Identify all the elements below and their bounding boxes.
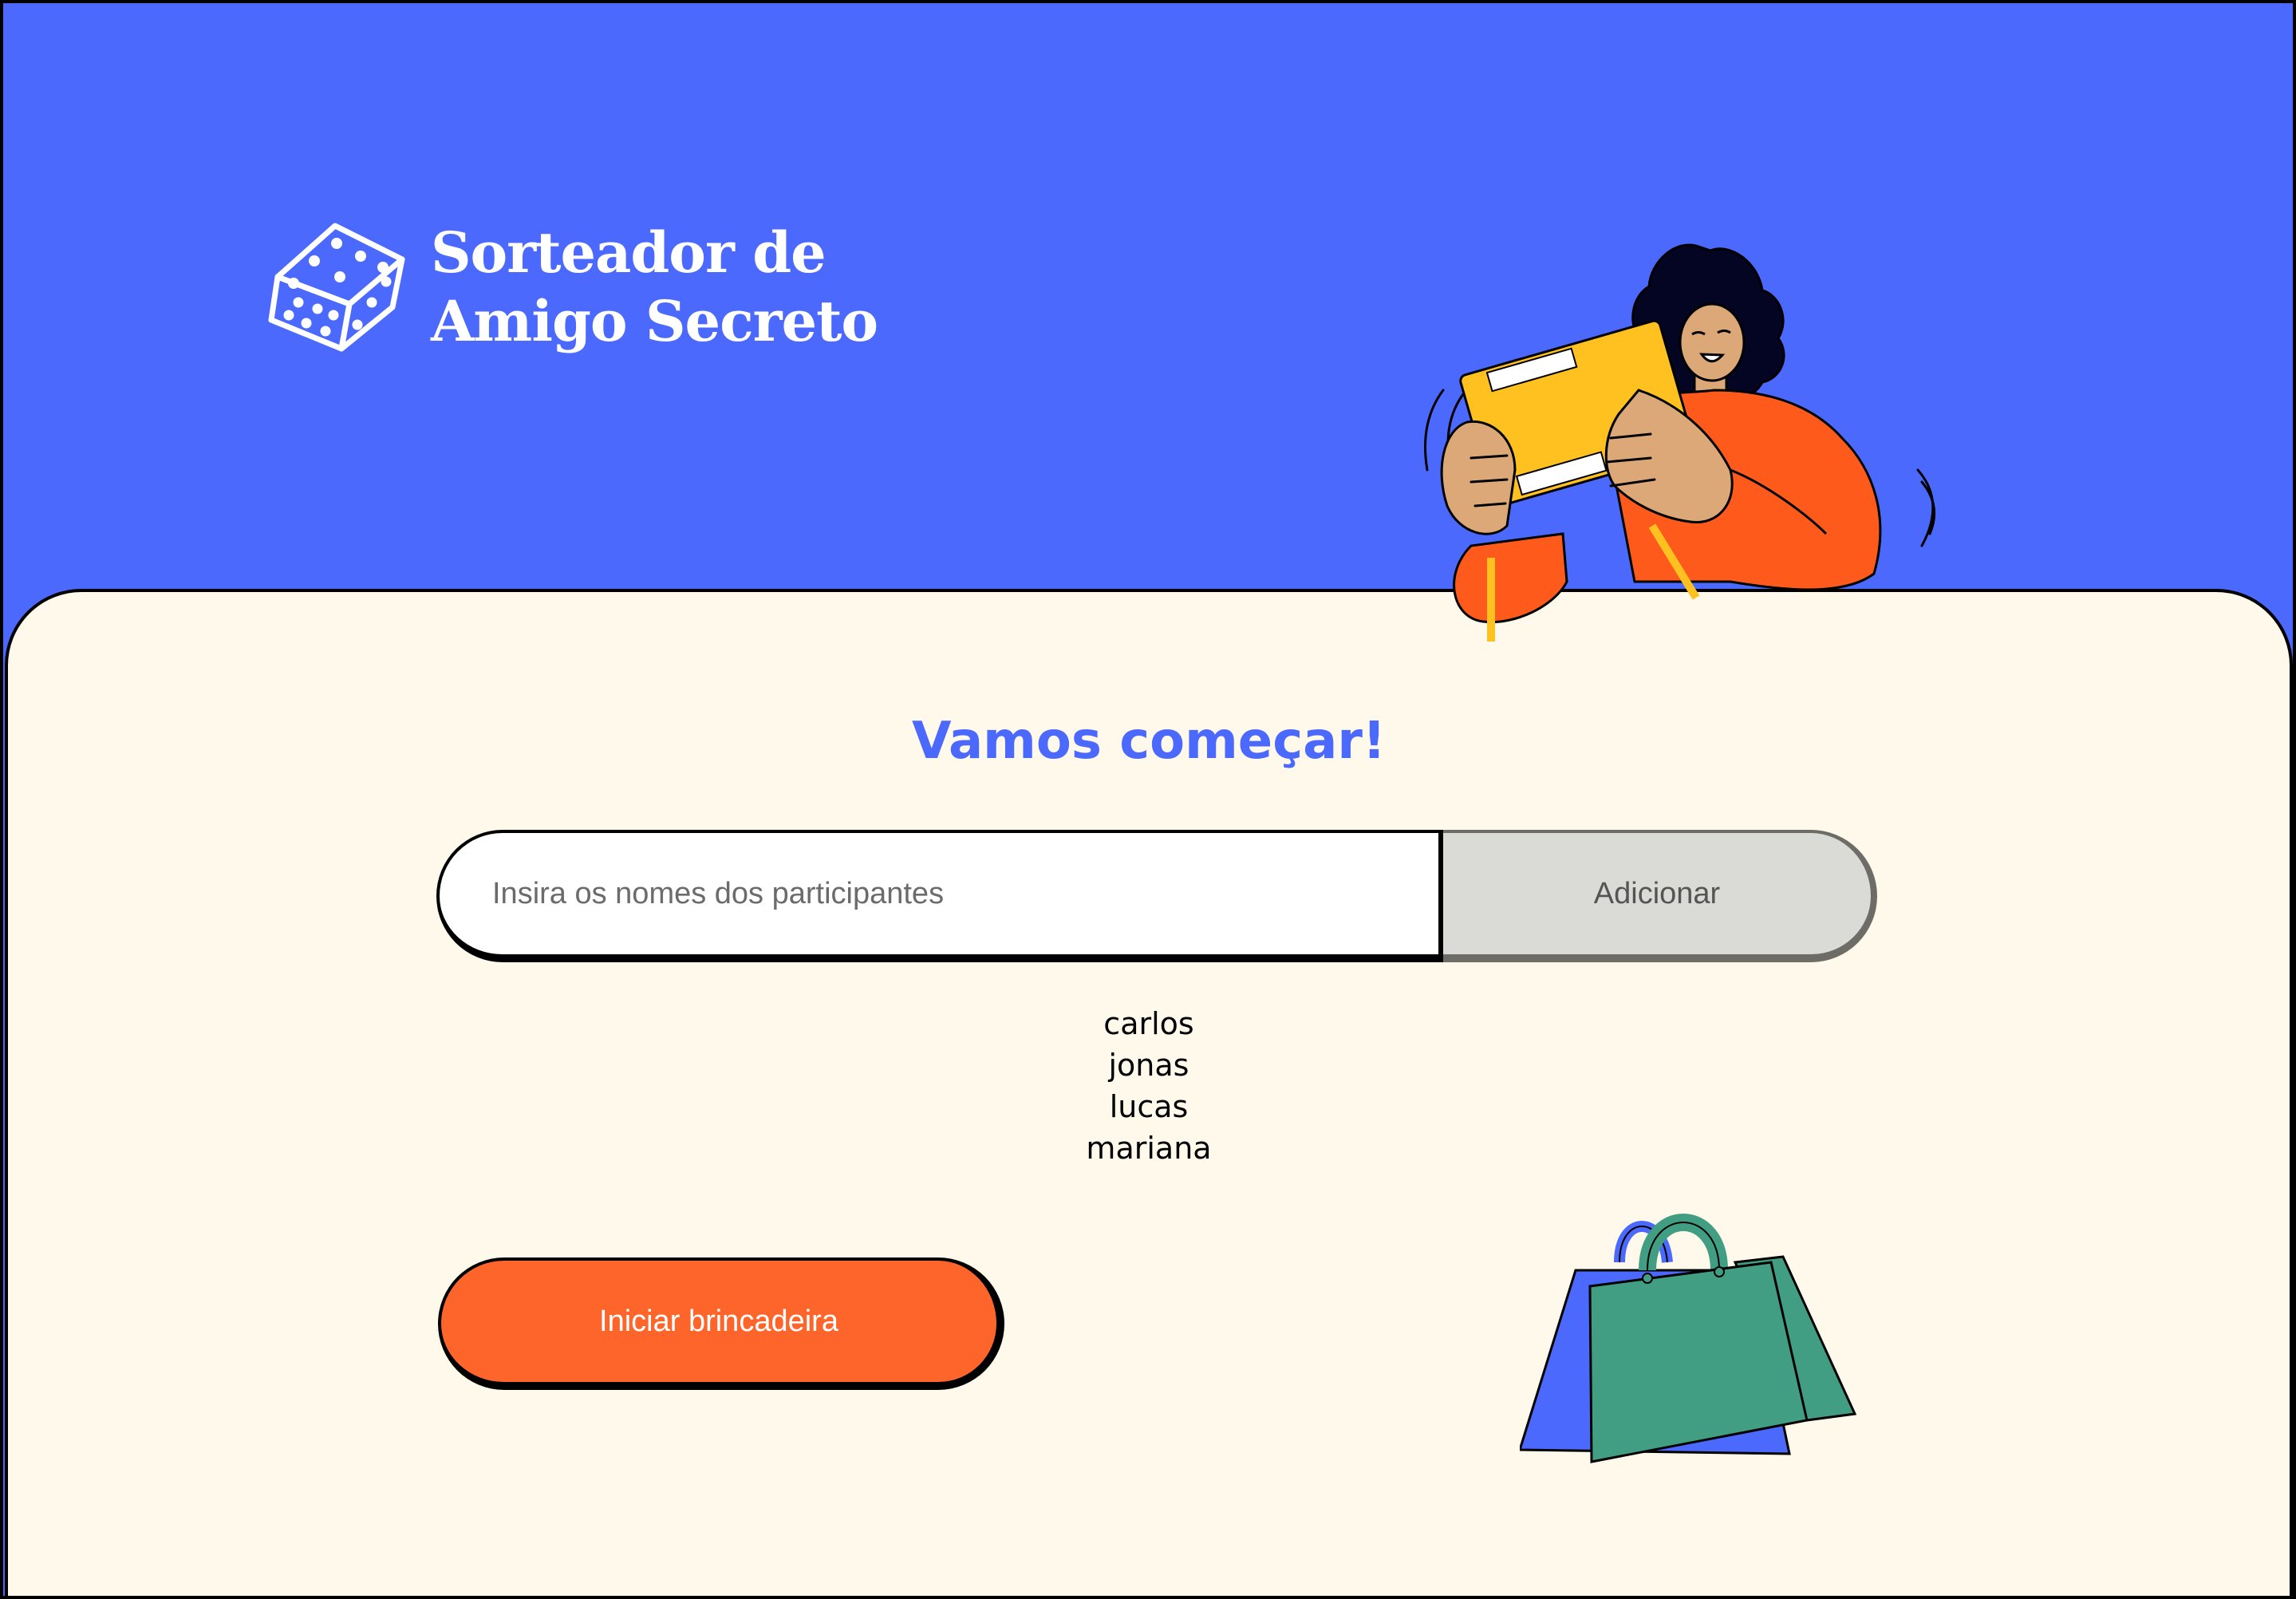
- participant-item: mariana: [1086, 1131, 1212, 1166]
- main-card: Vamos começar! Adicionar carlos jonas lu…: [5, 589, 2293, 1596]
- participants-list: carlos jonas lucas mariana: [8, 1003, 2290, 1169]
- add-button[interactable]: Adicionar: [1443, 830, 1877, 962]
- participant-item: lucas: [1109, 1089, 1189, 1124]
- participant-item: jonas: [1108, 1048, 1189, 1083]
- participant-item: carlos: [1103, 1006, 1194, 1041]
- start-game-button[interactable]: Iniciar brincadeira: [438, 1257, 1004, 1390]
- app-title: Sorteador de Amigo Secreto: [431, 219, 878, 356]
- dice-icon: [268, 223, 405, 352]
- page-title: Vamos começar!: [911, 712, 1387, 771]
- page: Sorteador de Amigo Secreto Vamos começar…: [0, 0, 2296, 1599]
- add-participant-row: Adicionar: [436, 830, 1877, 962]
- app-title-line2: Amigo Secreto: [431, 288, 878, 354]
- person-holding-gift-illustration: [1424, 243, 1936, 642]
- app-title-line1: Sorteador de: [431, 219, 826, 286]
- logo: Sorteador de Amigo Secreto: [266, 219, 878, 356]
- shopping-bags-illustration: [1520, 1214, 1857, 1463]
- participant-name-input[interactable]: [436, 830, 1443, 962]
